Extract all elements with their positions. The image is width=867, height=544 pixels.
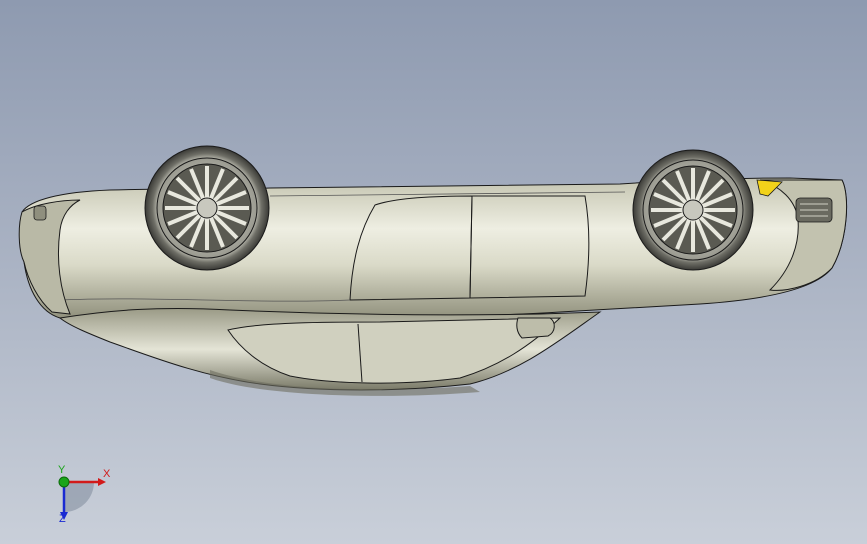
graphics-viewport[interactable]: X Y Z xyxy=(0,0,867,544)
x-axis-label: X xyxy=(103,468,111,480)
triad-shadow-arc xyxy=(64,482,94,512)
front-wheel xyxy=(632,149,754,271)
car-model-3d[interactable] xyxy=(0,0,867,544)
reference-triad: X Y Z xyxy=(44,462,124,532)
side-mirror xyxy=(516,317,555,339)
y-axis-label: Y xyxy=(58,464,66,476)
triad-axes xyxy=(58,476,106,520)
rear-wheel xyxy=(144,145,270,271)
z-axis-label: Z xyxy=(59,513,66,525)
y-axis-dot xyxy=(58,476,70,488)
front-grille xyxy=(795,197,833,223)
